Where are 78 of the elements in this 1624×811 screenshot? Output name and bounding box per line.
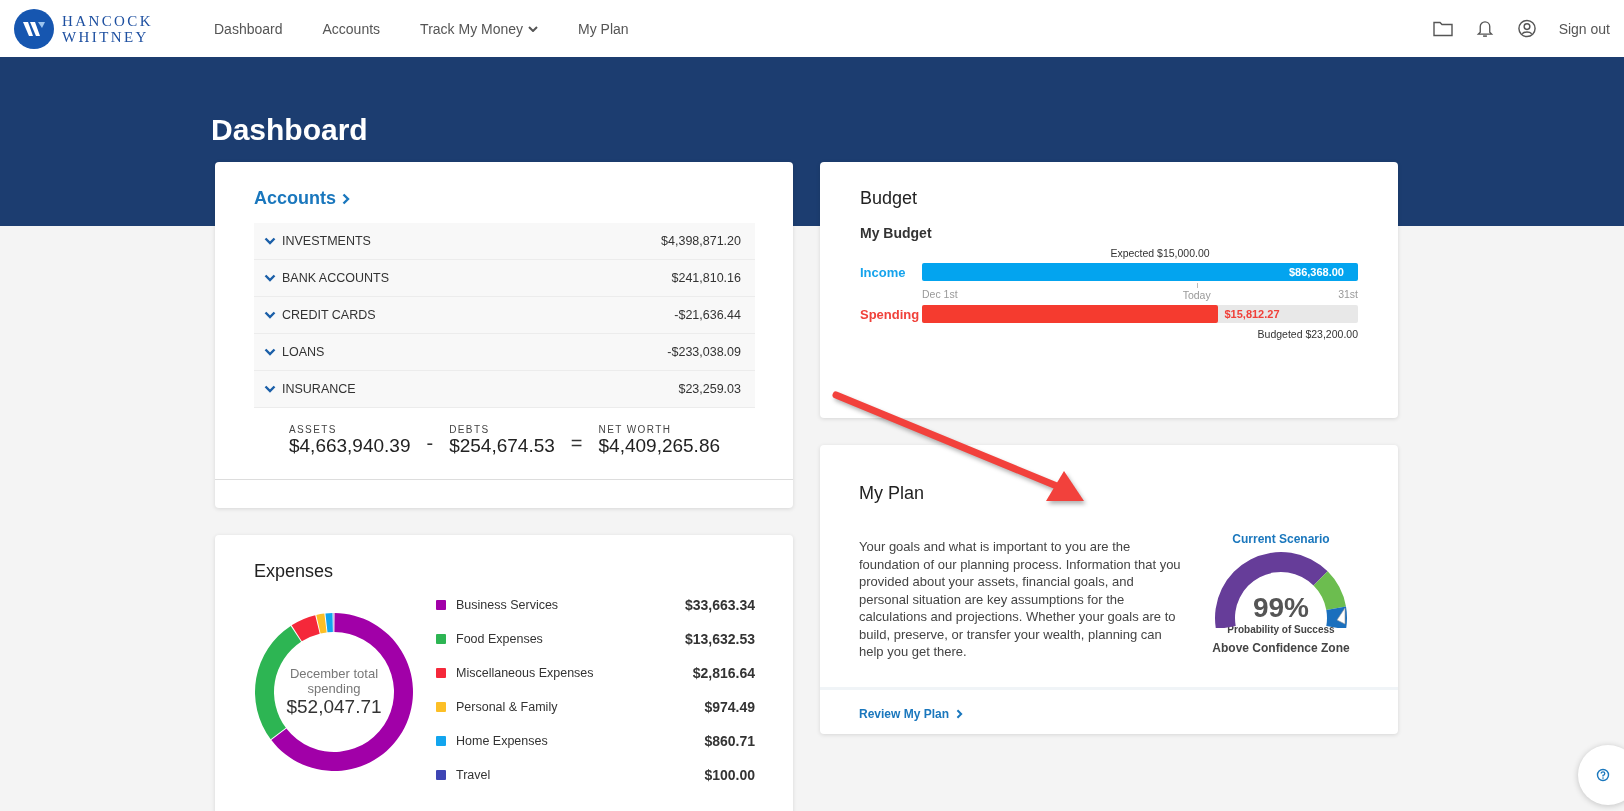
account-group-row[interactable]: INVESTMENTS $4,398,871.20 bbox=[254, 223, 755, 260]
legend-amount: $2,816.64 bbox=[692, 665, 755, 681]
account-group-label: CREDIT CARDS bbox=[282, 308, 376, 322]
account-group-row[interactable]: LOANS -$233,038.09 bbox=[254, 334, 755, 371]
legend-amount: $100.00 bbox=[704, 767, 755, 783]
account-group-label: LOANS bbox=[282, 345, 325, 359]
legend-label: Home Expenses bbox=[456, 734, 548, 748]
income-label: Income bbox=[860, 264, 907, 280]
total-amount: $254,674.53 bbox=[449, 435, 555, 457]
legend-amount: $33,663.34 bbox=[684, 597, 755, 613]
legend-label: Personal & Family bbox=[456, 700, 558, 714]
caret-icon bbox=[528, 25, 539, 32]
account-group-row[interactable]: INSURANCE $23,259.03 bbox=[254, 371, 755, 408]
account-group-amount: $241,810.16 bbox=[671, 271, 741, 285]
gauge-title: Current Scenario bbox=[1232, 532, 1330, 546]
account-group-label: BANK ACCOUNTS bbox=[282, 271, 389, 285]
review-plan-link[interactable]: Review My Plan bbox=[859, 706, 964, 721]
account-group-label: INSURANCE bbox=[282, 382, 356, 396]
page-title: Dashboard bbox=[211, 112, 369, 148]
legend-amount: $13,632.53 bbox=[684, 631, 755, 647]
account-group-amount: -$233,038.09 bbox=[667, 345, 741, 359]
legend-label: Travel bbox=[456, 768, 491, 782]
chevron-down-icon bbox=[264, 311, 276, 319]
axis-label: 31st bbox=[1338, 288, 1358, 300]
chevron-right-icon bbox=[342, 192, 350, 205]
chevron-right-icon bbox=[956, 708, 964, 719]
card-title: Budget bbox=[860, 188, 919, 209]
budgeted-label: Budgeted $23,200.00 bbox=[1256, 328, 1358, 340]
total-amount: $4,409,265.86 bbox=[598, 435, 721, 457]
operator-sign: - bbox=[426, 432, 434, 456]
nav-link[interactable]: Track My Money bbox=[420, 20, 539, 37]
card-title: Expenses bbox=[254, 561, 335, 582]
nav-link[interactable]: Accounts bbox=[322, 20, 381, 37]
logo-text: HANCOCK bbox=[62, 12, 153, 29]
account-group-amount: $4,398,871.20 bbox=[661, 234, 741, 248]
gauge-caption: Probability of Success bbox=[1227, 624, 1335, 635]
chevron-down-icon bbox=[264, 385, 276, 393]
legend-label: Business Services bbox=[456, 598, 559, 612]
bell-icon[interactable] bbox=[1474, 19, 1495, 38]
total-label: DEBTS bbox=[449, 424, 491, 435]
spending-amount: $15,812.27 bbox=[1223, 308, 1280, 320]
total-label: NET WORTH bbox=[598, 424, 673, 435]
axis-label: Today bbox=[1182, 289, 1211, 301]
chevron-down-icon bbox=[264, 274, 276, 282]
expected-label: Expected $15,000.00 bbox=[1109, 247, 1211, 259]
folder-icon[interactable] bbox=[1432, 19, 1453, 38]
card-title: My Plan bbox=[859, 483, 926, 504]
donut-caption: December total spending bbox=[288, 666, 380, 696]
account-group-amount: -$21,636.44 bbox=[674, 308, 741, 322]
gauge-value: 99% bbox=[1251, 592, 1310, 624]
nav-link[interactable]: Dashboard bbox=[214, 20, 283, 37]
spending-label: Spending bbox=[860, 306, 921, 322]
logo-icon bbox=[14, 8, 54, 49]
gauge-zone: Above Confidence Zone bbox=[1212, 641, 1350, 655]
income-amount: $86,368.00 bbox=[1288, 266, 1345, 278]
operator-sign: = bbox=[570, 432, 583, 456]
total-label: ASSETS bbox=[288, 424, 338, 435]
legend-label: Miscellaneous Expenses bbox=[456, 666, 594, 680]
chevron-down-icon bbox=[264, 237, 276, 245]
account-group-row[interactable]: CREDIT CARDS -$21,636.44 bbox=[254, 297, 755, 334]
accounts-link[interactable]: Accounts bbox=[254, 188, 350, 209]
total-amount: $4,663,940.39 bbox=[288, 435, 411, 457]
user-icon[interactable] bbox=[1516, 19, 1537, 38]
plan-description: Your goals and what is important to you are the foundation of our planning process. Information that you provided about your assets, financial goals, and personal situation are key assumptions for the calculations and projections. Whether your goals are to build, preserve, or transfer your wealth, planning can help you get there. bbox=[859, 538, 1182, 661]
legend-label: Food Expenses bbox=[456, 632, 543, 646]
legend-amount: $974.49 bbox=[704, 699, 755, 715]
donut-total: $52,047.71 bbox=[286, 696, 382, 718]
account-group-row[interactable]: BANK ACCOUNTS $241,810.16 bbox=[254, 260, 755, 297]
logo-text: WHITNEY bbox=[62, 28, 150, 45]
card-subtitle: My Budget bbox=[860, 225, 933, 241]
help-icon bbox=[1596, 768, 1610, 782]
account-group-label: INVESTMENTS bbox=[282, 234, 371, 248]
nav-link[interactable]: My Plan bbox=[578, 20, 629, 37]
sign-out-link[interactable]: Sign out bbox=[1558, 20, 1610, 37]
legend-amount: $860.71 bbox=[704, 733, 755, 749]
account-group-amount: $23,259.03 bbox=[678, 382, 741, 396]
axis-label: Dec 1st bbox=[922, 288, 958, 300]
chevron-down-icon bbox=[264, 348, 276, 356]
